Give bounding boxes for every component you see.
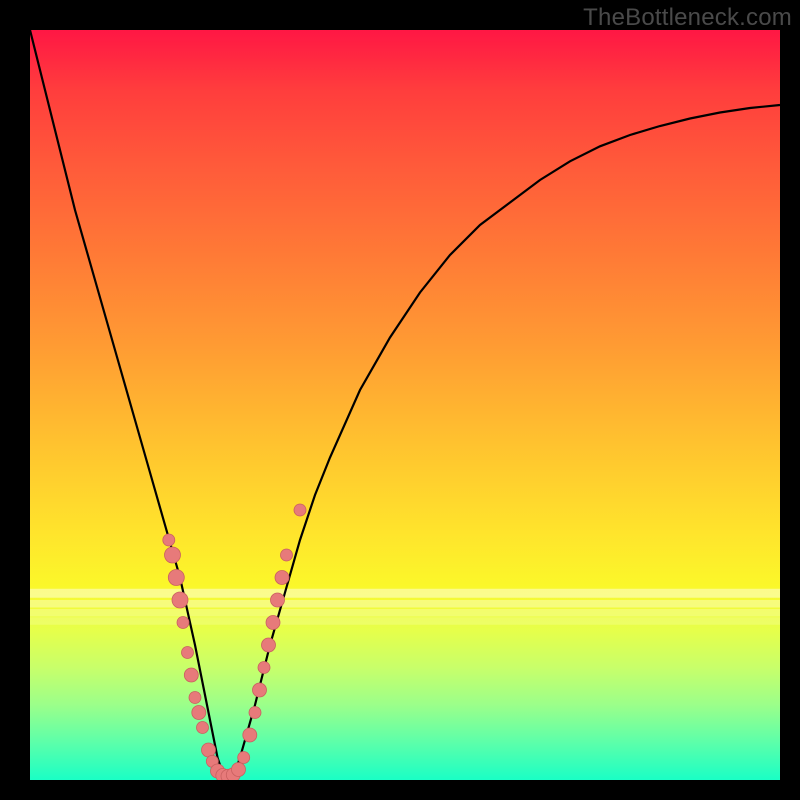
chart-frame: TheBottleneck.com xyxy=(0,0,800,800)
data-point xyxy=(202,743,216,757)
data-point xyxy=(189,692,201,704)
data-point xyxy=(168,570,184,586)
data-point xyxy=(192,706,206,720)
data-point xyxy=(165,547,181,563)
data-points xyxy=(163,504,306,780)
data-point xyxy=(182,647,194,659)
data-point xyxy=(177,617,189,629)
plot-area xyxy=(30,30,780,780)
watermark-text: TheBottleneck.com xyxy=(583,4,792,32)
data-point xyxy=(163,534,175,546)
data-point xyxy=(238,752,250,764)
data-point xyxy=(253,683,267,697)
highlight-bands xyxy=(30,589,780,625)
data-point xyxy=(249,707,261,719)
data-point xyxy=(184,668,198,682)
data-point xyxy=(271,593,285,607)
data-point xyxy=(197,722,209,734)
data-point xyxy=(294,504,306,516)
bottleneck-curve xyxy=(30,30,780,780)
data-point xyxy=(232,763,246,777)
data-point xyxy=(281,549,293,561)
data-point xyxy=(266,616,280,630)
data-point xyxy=(275,571,289,585)
data-point xyxy=(262,638,276,652)
data-point xyxy=(258,662,270,674)
data-point xyxy=(243,728,257,742)
data-point xyxy=(172,592,188,608)
chart-svg xyxy=(30,30,780,780)
